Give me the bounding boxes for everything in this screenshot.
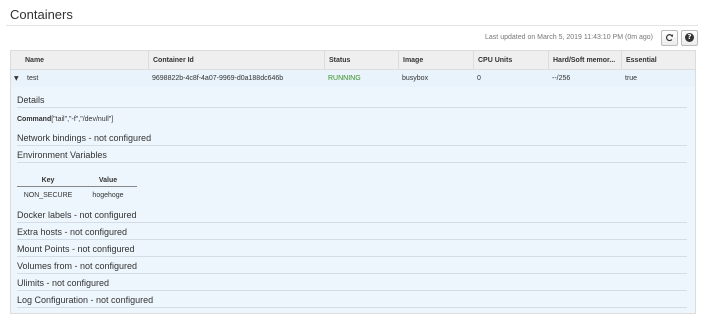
details-heading: Details	[17, 95, 687, 108]
volumes-from-section: Volumes from - not configured	[17, 261, 687, 274]
containers-table: Name Container Id Status Image CPU Units…	[10, 50, 696, 314]
column-header-memory[interactable]: Hard/Soft memor...	[548, 51, 621, 70]
cell-name: test	[27, 75, 39, 82]
env-table-header: Key Value	[17, 175, 137, 187]
log-configuration-section: Log Configuration - not configured	[17, 295, 687, 308]
env-value: hogehoge	[92, 192, 124, 199]
title-divider	[6, 25, 698, 26]
status-badge: RUNNING	[328, 75, 361, 82]
docker-labels-section: Docker labels - not configured	[17, 210, 687, 223]
column-header-status[interactable]: Status	[324, 51, 398, 70]
env-key: NON_SECURE	[23, 192, 73, 199]
env-header-value: Value	[98, 177, 118, 184]
cell-memory: --/256	[552, 75, 571, 82]
column-header-image[interactable]: Image	[398, 51, 473, 70]
column-header-name[interactable]: Name	[11, 51, 144, 70]
environment-variables-table: Key Value NON_SECURE hogehoge	[17, 175, 137, 202]
caret-down-icon[interactable]: ▼	[14, 70, 19, 87]
table-header: Name Container Id Status Image CPU Units…	[11, 51, 695, 70]
cell-container-id: 9698822b-4c8f-4a07-9969-d0a188dc646b	[152, 75, 284, 82]
container-details: Details Command["tail","-f","/dev/null"]…	[11, 87, 695, 313]
network-bindings-section: Network bindings - not configured	[17, 133, 687, 146]
column-header-container-id[interactable]: Container Id	[148, 51, 324, 70]
table-row[interactable]: ▼ test 9698822b-4c8f-4a07-9969-d0a188dc6…	[11, 70, 695, 87]
extra-hosts-section: Extra hosts - not configured	[17, 227, 687, 240]
env-table-row: NON_SECURE hogehoge	[17, 190, 137, 202]
cell-cpu-units: 0	[477, 75, 481, 82]
help-button[interactable]: ?	[681, 29, 698, 46]
cell-image: busybox	[402, 75, 429, 82]
cell-essential: true	[625, 75, 638, 82]
mount-points-section: Mount Points - not configured	[17, 244, 687, 257]
help-icon: ?	[685, 33, 694, 42]
command-line: Command["tail","-f","/dev/null"]	[17, 116, 113, 123]
command-label: Command	[17, 116, 52, 123]
command-value: ["tail","-f","/dev/null"]	[51, 116, 114, 123]
refresh-icon	[666, 34, 674, 42]
refresh-button[interactable]	[661, 29, 678, 46]
column-header-essential[interactable]: Essential	[621, 51, 695, 70]
toolbar: Last updated on March 5, 2019 11:43:10 P…	[485, 29, 698, 46]
environment-variables-heading: Environment Variables	[17, 150, 687, 163]
env-header-key: Key	[41, 177, 55, 184]
last-updated-text: Last updated on March 5, 2019 11:43:10 P…	[485, 34, 653, 41]
column-header-cpu-units[interactable]: CPU Units	[473, 51, 548, 70]
ulimits-section: Ulimits - not configured	[17, 278, 687, 291]
panel-title: Containers	[10, 7, 73, 22]
